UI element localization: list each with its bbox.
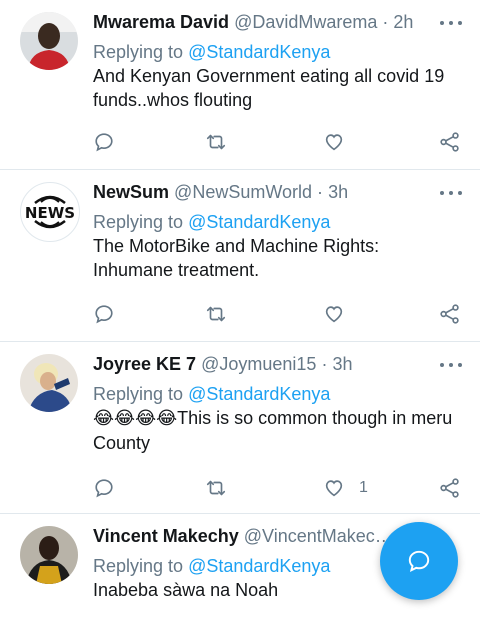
reply-icon: [95, 479, 113, 498]
tweet-actions: 1: [93, 474, 463, 502]
author-name[interactable]: Mwarema David: [93, 12, 229, 32]
separator: ·: [317, 182, 324, 202]
retweet-icon: [206, 134, 226, 150]
reply-icon: [95, 133, 113, 152]
more-icon[interactable]: [440, 188, 464, 198]
like-button[interactable]: [323, 128, 345, 156]
laughing-emoji: 😂😂😂😂: [93, 408, 178, 429]
tweet-header: Mwarema David @DavidMwarema · 2h: [93, 10, 464, 34]
avatar[interactable]: [20, 354, 78, 412]
share-button[interactable]: [439, 300, 461, 328]
replying-label: Replying to: [93, 212, 184, 232]
separator: ·: [382, 12, 389, 32]
tweet-actions: [93, 300, 463, 328]
replying-label: Replying to: [93, 384, 184, 404]
reply-icon: [95, 305, 113, 324]
avatar[interactable]: [20, 526, 78, 584]
tweet-text: And Kenyan Government eating all covid 1…: [93, 66, 445, 110]
reply-mention[interactable]: @StandardKenya: [188, 556, 330, 576]
share-icon: [440, 304, 459, 324]
like-button[interactable]: 1: [323, 474, 368, 502]
retweet-icon: [206, 480, 226, 496]
tweet-card[interactable]: Mwarema David @DavidMwarema · 2h Replyin…: [0, 0, 480, 170]
reply-mention[interactable]: @StandardKenya: [188, 212, 330, 232]
replying-label: Replying to: [93, 42, 184, 62]
tweet-header: NewSum @NewSumWorld · 3h: [93, 180, 464, 204]
timestamp[interactable]: 3h: [332, 354, 352, 374]
avatar[interactable]: [20, 12, 78, 70]
separator: ·: [321, 354, 328, 374]
retweet-button[interactable]: [205, 128, 227, 156]
author-handle[interactable]: @VincentMakec…: [244, 526, 393, 546]
share-button[interactable]: [439, 474, 461, 502]
heart-icon: [325, 306, 343, 323]
tweet-text: 😂😂😂😂This is so common though in meru Cou…: [93, 406, 464, 455]
share-button[interactable]: [439, 128, 461, 156]
author-handle[interactable]: @DavidMwarema: [234, 12, 377, 32]
replying-to: Replying to @StandardKenya: [93, 40, 464, 64]
author-handle[interactable]: @NewSumWorld: [174, 182, 312, 202]
author-name[interactable]: NewSum: [93, 182, 169, 202]
author-handle[interactable]: @Joymueni15: [201, 354, 316, 374]
tweet-card[interactable]: Joyree KE 7 @Joymueni15 · 3h Replying to…: [0, 342, 480, 514]
replying-to: Replying to @StandardKenya: [93, 210, 464, 234]
heart-icon: [325, 480, 343, 497]
reply-mention[interactable]: @StandardKenya: [188, 42, 330, 62]
replying-label: Replying to: [93, 556, 184, 576]
retweet-button[interactable]: [205, 474, 227, 502]
tweet-header: Joyree KE 7 @Joymueni15 · 3h: [93, 352, 464, 376]
retweet-button[interactable]: [205, 300, 227, 328]
author-name[interactable]: Vincent Makechy: [93, 526, 239, 546]
reply-mention[interactable]: @StandardKenya: [188, 384, 330, 404]
reply-button[interactable]: [93, 128, 115, 156]
reply-button[interactable]: [93, 300, 115, 328]
share-icon: [440, 132, 459, 152]
compose-reply-icon: [408, 550, 430, 573]
tweet-actions: [93, 128, 463, 156]
avatar[interactable]: NEWS: [20, 182, 80, 242]
tweet-card[interactable]: NEWS NewSum @NewSumWorld · 3h Replying t…: [0, 170, 480, 342]
like-button[interactable]: [323, 300, 345, 328]
more-icon[interactable]: [440, 360, 464, 370]
retweet-icon: [206, 306, 226, 322]
compose-reply-button[interactable]: [380, 522, 458, 600]
avatar-logo-text: NEWS: [25, 204, 75, 222]
author-name[interactable]: Joyree KE 7: [93, 354, 196, 374]
reply-button[interactable]: [93, 474, 115, 502]
timestamp[interactable]: 2h: [393, 12, 413, 32]
heart-icon: [325, 134, 343, 151]
share-icon: [440, 478, 459, 498]
tweet-text: The MotorBike and Machine Rights: Inhuma…: [93, 236, 380, 280]
like-count: 1: [359, 479, 368, 496]
timestamp[interactable]: 3h: [328, 182, 348, 202]
more-icon[interactable]: [440, 18, 464, 28]
replying-to: Replying to @StandardKenya: [93, 382, 464, 406]
